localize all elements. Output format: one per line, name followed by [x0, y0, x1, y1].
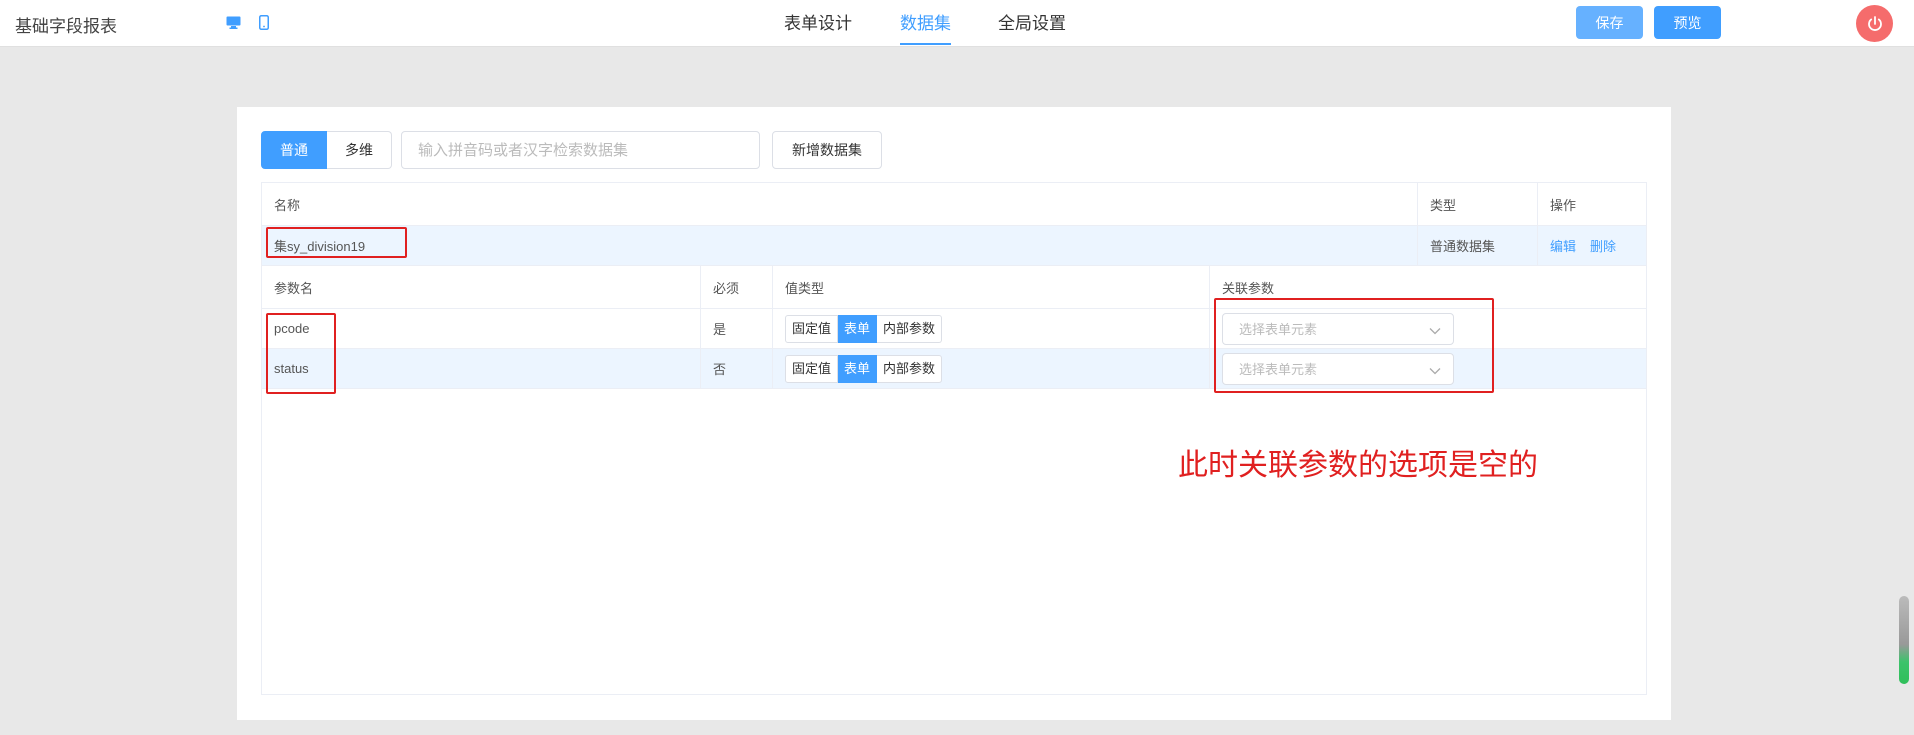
- value-type-form[interactable]: 表单: [838, 354, 878, 383]
- param-table-header: 参数名 必须 值类型 关联参数: [262, 266, 1646, 309]
- add-dataset-button[interactable]: 新增数据集: [772, 131, 882, 169]
- table-row: status 否 固定值 表单 内部参数 选择表单元素: [262, 349, 1646, 389]
- value-type-fixed[interactable]: 固定值: [785, 354, 839, 383]
- dataset-panel: 普通 多维 新增数据集 名称 类型 操作 集sy_division19 普通数据…: [237, 107, 1671, 720]
- dataset-table-header: 名称 类型 操作: [262, 183, 1646, 226]
- segment-multidim[interactable]: 多维: [327, 131, 392, 169]
- table-row[interactable]: 集sy_division19 普通数据集 编辑 删除: [262, 226, 1646, 266]
- column-header-param-name: 参数名: [274, 280, 314, 296]
- row-actions: 编辑 删除: [1537, 226, 1646, 265]
- table-row: pcode 是 固定值 表单 内部参数 选择表单元素: [262, 309, 1646, 349]
- param-required: 是: [700, 309, 772, 348]
- select-placeholder: 选择表单元素: [1239, 362, 1318, 377]
- dataset-type-toggle: 普通 多维: [261, 131, 392, 169]
- column-header-required: 必须: [700, 266, 772, 308]
- column-header-linked-param: 关联参数: [1209, 266, 1646, 308]
- tab-form-design[interactable]: 表单设计: [784, 9, 852, 45]
- dataset-type: 普通数据集: [1417, 226, 1537, 265]
- linked-param-cell: 选择表单元素: [1209, 349, 1646, 388]
- value-type-cell: 固定值 表单 内部参数: [772, 309, 1209, 348]
- top-bar: 基础字段报表 表单设计 数据集 全局设置 保存 预览: [0, 0, 1914, 47]
- column-header-type: 类型: [1417, 183, 1537, 225]
- tab-dataset[interactable]: 数据集: [900, 9, 951, 45]
- param-required: 否: [700, 349, 772, 388]
- param-name: pcode: [274, 321, 310, 336]
- segment-normal[interactable]: 普通: [261, 131, 327, 169]
- param-name: status: [274, 361, 309, 376]
- annotation-text: 此时关联参数的选项是空的: [1178, 449, 1538, 482]
- scrollbar[interactable]: [1899, 596, 1909, 684]
- linked-param-cell: 选择表单元素: [1209, 309, 1646, 348]
- mobile-icon[interactable]: [256, 14, 272, 30]
- value-type-cell: 固定值 表单 内部参数: [772, 349, 1209, 388]
- tab-global-settings[interactable]: 全局设置: [998, 9, 1066, 45]
- value-type-fixed[interactable]: 固定值: [785, 314, 839, 343]
- column-header-actions: 操作: [1537, 183, 1646, 225]
- linked-param-select[interactable]: 选择表单元素: [1222, 312, 1454, 345]
- value-type-toggle: 固定值 表单 内部参数: [785, 354, 943, 383]
- preview-button[interactable]: 预览: [1654, 6, 1721, 39]
- dataset-name: 集sy_division19: [274, 239, 366, 254]
- chevron-down-icon: [1429, 323, 1441, 338]
- value-type-internal[interactable]: 内部参数: [877, 314, 943, 343]
- column-header-name: 名称: [274, 197, 301, 213]
- select-placeholder: 选择表单元素: [1239, 322, 1318, 337]
- dataset-table: 名称 类型 操作 集sy_division19 普通数据集 编辑 删除 参数名 …: [261, 182, 1647, 695]
- delete-link[interactable]: 删除: [1590, 236, 1616, 255]
- value-type-internal[interactable]: 内部参数: [877, 354, 943, 383]
- save-button[interactable]: 保存: [1576, 6, 1643, 39]
- dataset-search-input[interactable]: [401, 131, 760, 169]
- column-header-value-type: 值类型: [772, 266, 1209, 308]
- power-icon[interactable]: [1856, 5, 1893, 42]
- app-title: 基础字段报表: [15, 17, 117, 36]
- value-type-toggle: 固定值 表单 内部参数: [785, 314, 943, 343]
- desktop-icon[interactable]: [225, 14, 241, 30]
- linked-param-select[interactable]: 选择表单元素: [1222, 352, 1454, 385]
- chevron-down-icon: [1429, 363, 1441, 378]
- edit-link[interactable]: 编辑: [1550, 236, 1576, 255]
- value-type-form[interactable]: 表单: [838, 314, 878, 343]
